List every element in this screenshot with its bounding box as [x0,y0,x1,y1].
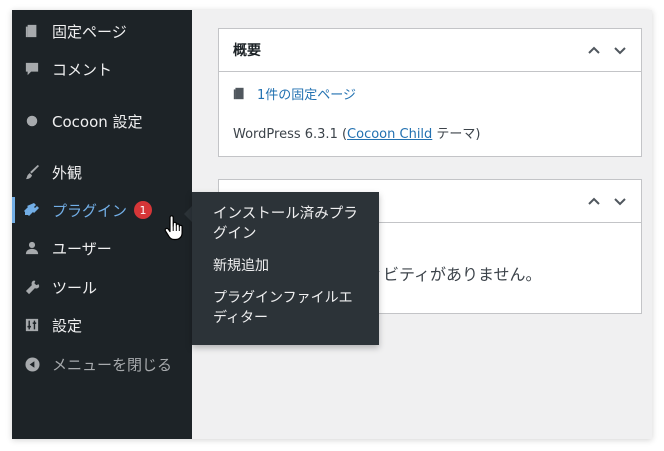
sidebar-item-label: 設定 [52,316,83,335]
version-suffix: テーマ) [432,127,481,142]
comment-icon [24,61,40,77]
wordpress-version-text: WordPress 6.3.1 (Cocoon Child テーマ) [219,103,641,142]
wp-admin-window: 固定ページ コメント Cocoon 設定 外観 プラグイン 1 ユーザー ツール… [12,10,652,439]
sidebar-item-label: 外観 [52,163,83,182]
flyout-pointer [184,206,192,222]
page-icon [233,86,249,102]
at-a-glance-panel: 概要 1件の固定ページ WordPress 6.3.1 (Cocoon Chil… [218,28,642,157]
no-activity-message: ィビティがありません。 [367,265,542,284]
sidebar-item-pages[interactable]: 固定ページ [12,14,192,48]
sidebar-item-label: コメント [52,60,113,79]
collapse-icon [24,356,40,372]
wrench-icon [24,279,40,295]
panel-controls [587,43,627,57]
sidebar-item-tools[interactable]: ツール [12,270,192,304]
panel-controls [587,194,627,208]
submenu-installed-plugins[interactable]: インストール済みプラグイン [192,204,379,244]
chevron-down-icon[interactable] [613,194,627,208]
submenu-add-new[interactable]: 新規追加 [192,256,379,276]
pages-count-link[interactable]: 1件の固定ページ [257,84,356,103]
sidebar-item-label: Cocoon 設定 [52,112,143,131]
plugin-icon [24,202,40,218]
brush-icon [24,164,40,180]
hand-cursor-icon [164,215,183,241]
theme-link[interactable]: Cocoon Child [347,127,432,142]
page-icon [24,23,40,39]
panel-title: 概要 [233,43,261,59]
user-icon [24,240,40,256]
sidebar-item-label: ユーザー [52,239,112,258]
sidebar-item-label: 固定ページ [52,22,127,41]
sidebar-item-comments[interactable]: コメント [12,52,192,86]
settings-icon [24,317,40,333]
pages-count-row: 1件の固定ページ [219,72,641,103]
sidebar-item-label: ツール [52,278,98,297]
panel-header: 概要 [219,29,641,72]
submenu-plugin-file-editor[interactable]: プラグインファイルエディター [192,288,379,328]
version-prefix: WordPress 6.3.1 ( [233,127,348,142]
update-count-badge: 1 [134,201,153,219]
circle-icon [24,113,40,129]
sidebar-item-appearance[interactable]: 外観 [12,155,192,189]
chevron-up-icon[interactable] [587,194,601,208]
sidebar-item-label: プラグイン [52,201,128,220]
sidebar-item-label: メニューを閉じる [52,355,173,374]
chevron-down-icon[interactable] [613,43,627,57]
plugins-submenu: インストール済みプラグイン 新規追加 プラグインファイルエディター [192,192,379,345]
sidebar-item-cocoon[interactable]: Cocoon 設定 [12,104,192,138]
sidebar-item-settings[interactable]: 設定 [12,308,192,342]
collapse-menu-button[interactable]: メニューを閉じる [12,347,192,381]
chevron-up-icon[interactable] [587,43,601,57]
